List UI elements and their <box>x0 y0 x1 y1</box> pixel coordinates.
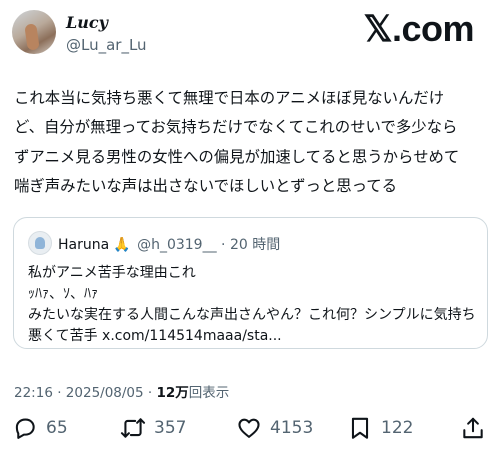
tweet-date[interactable]: 2025/08/05 <box>66 385 144 401</box>
reply-button[interactable]: 65 <box>12 414 68 442</box>
views-count: 12万 <box>156 385 189 401</box>
quoted-header: Haruna 🙏 @h_0319__ · 20 時間 <box>58 234 280 254</box>
reply-count: 65 <box>46 418 68 438</box>
quoted-time: 20 時間 <box>229 237 281 253</box>
author-handle[interactable]: @Lu_ar_Lu <box>66 36 147 54</box>
bookmark-count: 122 <box>381 418 414 438</box>
tweet-time[interactable]: 22:16 <box>14 385 53 401</box>
bookmark-icon <box>351 417 369 439</box>
tweet-header: Lucy @Lu_ar_Lu 𝕏.com <box>0 0 500 64</box>
quoted-separator: · <box>221 237 226 253</box>
bookmark-button[interactable]: 122 <box>347 414 413 442</box>
meta-separator: · <box>57 385 62 401</box>
like-button[interactable]: 4153 <box>236 414 313 442</box>
author-display-name[interactable]: Lucy <box>66 13 108 32</box>
share-button[interactable] <box>460 414 486 442</box>
tweet-meta: 22:16 · 2025/08/05 · 12万回表示 <box>14 381 229 401</box>
quoted-avatar <box>28 231 52 255</box>
quoted-tweet[interactable]: Haruna 🙏 @h_0319__ · 20 時間 私がアニメ苦手な理由これ ｯ… <box>13 217 488 349</box>
repost-button[interactable]: 357 <box>120 414 186 442</box>
views-label: 回表示 <box>188 385 230 401</box>
avatar[interactable] <box>12 10 56 54</box>
repost-count: 357 <box>154 418 187 438</box>
quoted-text: 私がアニメ苦手な理由これ ｯﾊｧ、ｿ、ﾊｧ みたいな実在する人間こんな声出さんや… <box>28 265 476 344</box>
action-bar: 65 357 4153 122 <box>0 410 500 446</box>
like-count: 4153 <box>270 418 314 438</box>
quoted-emoji: 🙏 <box>113 237 131 253</box>
heart-icon <box>238 418 260 438</box>
share-icon <box>463 417 483 439</box>
meta-separator: · <box>147 385 153 401</box>
tweet-text: これ本当に気持ち悪くて無理で日本のアニメほぼ見ないんだけ ど、自分が無理ってお気… <box>14 89 460 195</box>
repost-icon <box>120 418 146 438</box>
x-logo: 𝕏.com <box>363 8 474 49</box>
quoted-display-name: Haruna <box>58 237 110 253</box>
reply-icon <box>15 418 35 439</box>
quoted-handle: @h_0319__ <box>137 237 217 253</box>
